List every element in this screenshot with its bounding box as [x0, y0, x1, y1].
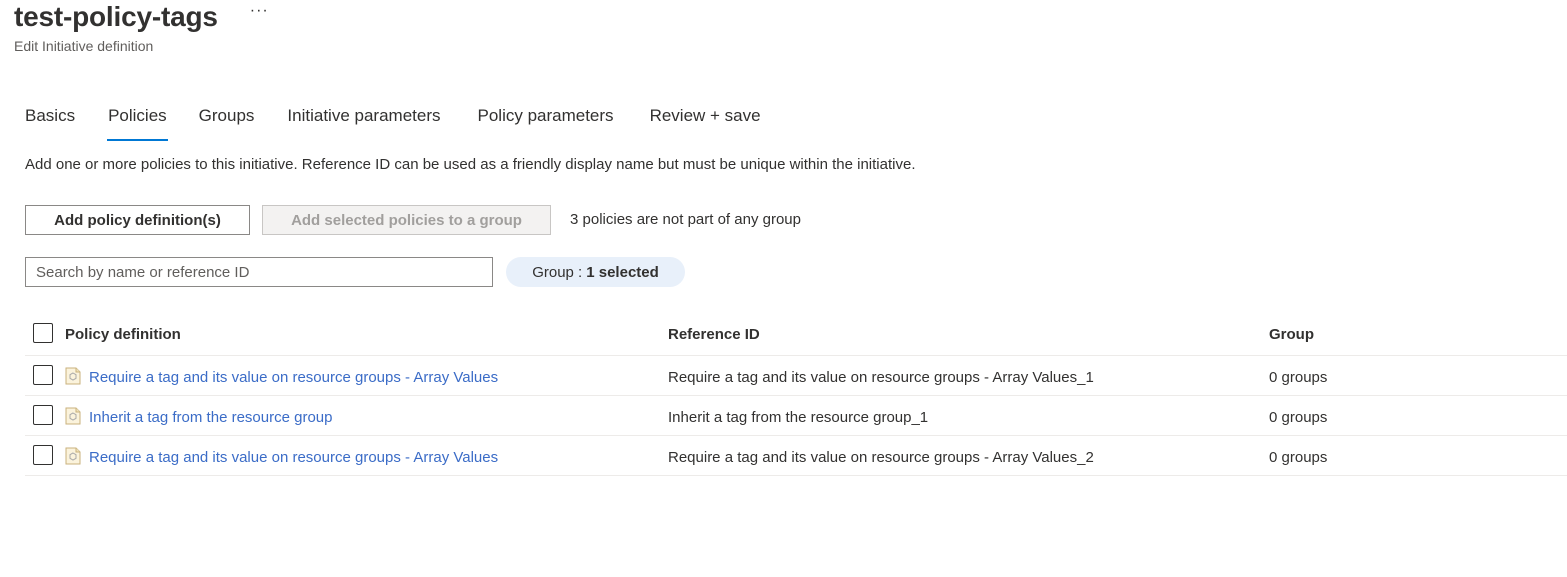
policy-definition-link[interactable]: Require a tag and its value on resource …	[89, 448, 498, 468]
tab-initiative-parameters[interactable]: Initiative parameters	[286, 100, 441, 138]
policy-definition-link[interactable]: Inherit a tag from the resource group	[89, 408, 332, 428]
policies-table: Policy definition Reference ID Group Req…	[25, 314, 1567, 476]
policy-cell: Require a tag and its value on resource …	[65, 447, 498, 468]
reference-id-cell: Require a tag and its value on resource …	[668, 369, 1094, 386]
policy-cell: Require a tag and its value on resource …	[65, 367, 498, 388]
group-cell: 0 groups	[1269, 449, 1328, 466]
page-title: test-policy-tags	[14, 1, 218, 32]
column-header-policy-definition[interactable]: Policy definition	[65, 325, 181, 345]
page-header: test-policy-tags ··· Edit Initiative def…	[14, 0, 269, 54]
policy-cell: Inherit a tag from the resource group	[65, 407, 332, 428]
add-selected-to-group-button: Add selected policies to a group	[262, 205, 551, 235]
page-subtitle: Edit Initiative definition	[14, 38, 154, 54]
group-filter-pill[interactable]: Group : 1 selected	[506, 257, 685, 287]
policies-description: Add one or more policies to this initiat…	[25, 156, 916, 173]
reference-id-cell: Inherit a tag from the resource group_1	[668, 409, 929, 426]
column-header-reference-id[interactable]: Reference ID	[668, 325, 760, 345]
row-checkbox[interactable]	[33, 445, 53, 465]
more-options-button[interactable]: ···	[250, 0, 269, 28]
select-all-checkbox[interactable]	[33, 323, 53, 343]
table-header-row: Policy definition Reference ID Group	[25, 314, 1567, 356]
search-input[interactable]	[25, 257, 493, 287]
table-row: Require a tag and its value on resource …	[25, 436, 1567, 476]
tab-bar: Basics Policies Groups Initiative parame…	[24, 100, 762, 141]
policy-definition-link[interactable]: Require a tag and its value on resource …	[89, 368, 498, 388]
group-cell: 0 groups	[1269, 369, 1328, 386]
tab-review-save[interactable]: Review + save	[649, 100, 762, 138]
group-filter-value: 1 selected	[586, 263, 659, 281]
row-checkbox[interactable]	[33, 365, 53, 385]
title-row: test-policy-tags ···	[14, 0, 269, 34]
add-policy-definitions-button[interactable]: Add policy definition(s)	[25, 205, 250, 235]
reference-id-cell: Require a tag and its value on resource …	[668, 449, 1094, 466]
policy-definition-icon	[65, 447, 81, 465]
group-cell: 0 groups	[1269, 409, 1328, 426]
table-row: Require a tag and its value on resource …	[25, 356, 1567, 396]
tab-policies[interactable]: Policies	[107, 100, 168, 141]
tab-groups[interactable]: Groups	[198, 100, 256, 138]
policy-definition-icon	[65, 407, 81, 425]
row-checkbox[interactable]	[33, 405, 53, 425]
tab-policy-parameters[interactable]: Policy parameters	[477, 100, 615, 138]
column-header-group[interactable]: Group	[1269, 325, 1314, 345]
tab-basics[interactable]: Basics	[24, 100, 76, 138]
policy-definition-icon	[65, 367, 81, 385]
ungrouped-policies-note: 3 policies are not part of any group	[570, 211, 801, 228]
table-row: Inherit a tag from the resource group In…	[25, 396, 1567, 436]
group-filter-label: Group :	[532, 263, 583, 281]
